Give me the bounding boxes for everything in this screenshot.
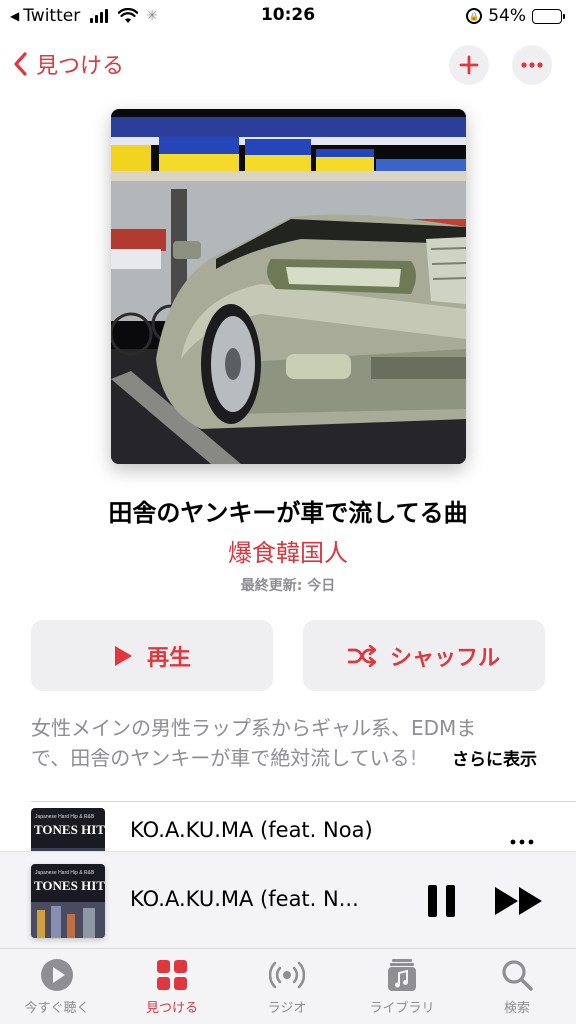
tab-label: ライブラリ: [369, 1001, 435, 1016]
chevron-left-icon: [14, 52, 27, 76]
track-artwork: Japanese Hard Hip & R&B TONES HITS: [31, 808, 105, 852]
track-art-text: TONES HITS: [34, 822, 105, 837]
tab-browse[interactable]: 見つける: [122, 957, 222, 1016]
play-icon: [114, 645, 132, 666]
playlist-artwork: [111, 109, 466, 464]
now-playing-art-subtext: Japanese Hard Hip & R&B: [35, 870, 95, 876]
track-row[interactable]: Japanese Hard Hip & R&B TONES HITS KO.A.…: [0, 806, 576, 852]
shuffle-label: シャッフル: [389, 645, 500, 671]
play-circle-icon: [41, 959, 73, 991]
add-button[interactable]: [449, 45, 489, 85]
grid-icon: [157, 960, 187, 990]
radio-waves-icon: [269, 961, 305, 989]
ellipsis-icon: [521, 62, 543, 68]
track-art-subtext: Japanese Hard Hip & R&B: [35, 814, 95, 820]
tab-label: 検索: [503, 1001, 530, 1016]
orientation-lock-icon: 🔒: [466, 8, 483, 24]
tab-bar: 今すぐ聴く 見つける ラジオ ライブラリ 検索: [0, 948, 576, 1024]
shuffle-button[interactable]: シャッフル: [303, 620, 545, 691]
description-line: 女性メインの男性ラップ系からギャル系、EDMま: [31, 716, 477, 740]
back-label: 見つける: [36, 54, 125, 79]
tab-label: 見つける: [145, 1001, 198, 1016]
back-button[interactable]: 見つける: [10, 48, 124, 80]
now-playing-art-text: TONES HITS: [34, 878, 105, 893]
tab-radio[interactable]: ラジオ: [237, 957, 337, 1016]
pause-button[interactable]: [428, 885, 456, 917]
last-updated: 最終更新: 今日: [240, 578, 336, 594]
battery-icon: [532, 8, 565, 24]
show-more-link[interactable]: さらに表示: [452, 745, 537, 770]
playlist-title: 田舎のヤンキーが車で流してる曲: [108, 499, 468, 527]
shuffle-icon: [347, 644, 376, 667]
nav-bar: 見つける: [0, 40, 576, 92]
now-playing-title: KO.A.KU.MA (feat. N...: [130, 887, 359, 911]
tab-listen-now[interactable]: 今すぐ聴く: [7, 957, 107, 1016]
play-label: 再生: [146, 645, 191, 671]
tab-label: 今すぐ聴く: [24, 1001, 90, 1016]
battery-percent: 54%: [488, 6, 526, 26]
music-library-icon: [388, 959, 416, 991]
pause-icon: [428, 885, 437, 917]
description-line: で、田舎のヤンキーが車で絶対流している!: [31, 746, 418, 770]
tab-library[interactable]: ライブラリ: [352, 957, 452, 1016]
tab-label: ラジオ: [267, 1001, 307, 1016]
mini-player[interactable]: Japanese Hard Hip & R&B TONES HITS KO.A.…: [0, 851, 576, 948]
ellipsis-icon: [510, 839, 534, 845]
plus-icon: [459, 55, 479, 75]
playlist-author[interactable]: 爆食韓国人: [0, 533, 576, 568]
now-playing-artwork: Japanese Hard Hip & R&B TONES HITS: [31, 864, 105, 938]
pause-icon-bar: [446, 885, 455, 917]
more-options-button[interactable]: [512, 45, 552, 85]
play-button[interactable]: 再生: [31, 620, 273, 691]
search-icon: [502, 960, 533, 991]
track-more-button[interactable]: [510, 826, 534, 850]
status-bar: ◀ Twitter ✳ 10:26 🔒 54%: [0, 0, 576, 32]
divider: [31, 801, 576, 802]
tab-search[interactable]: 検索: [467, 957, 567, 1016]
track-title: KO.A.KU.MA (feat. Noa): [130, 818, 373, 842]
fast-forward-icon: [495, 887, 542, 915]
skip-forward-button[interactable]: [494, 885, 544, 917]
